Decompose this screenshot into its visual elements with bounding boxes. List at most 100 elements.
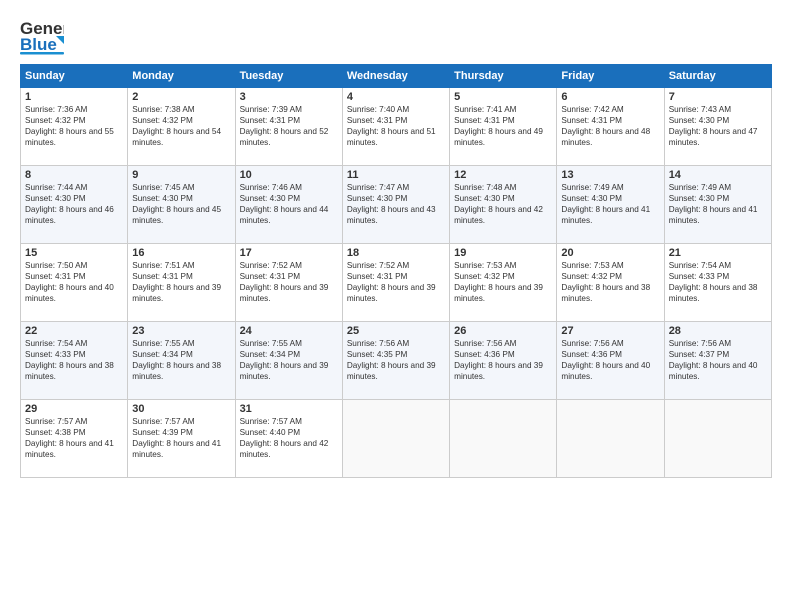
day-info: Sunrise: 7:38 AM Sunset: 4:32 PM Dayligh… bbox=[132, 104, 230, 148]
day-cell: 16 Sunrise: 7:51 AM Sunset: 4:31 PM Dayl… bbox=[128, 244, 235, 322]
day-cell: 24 Sunrise: 7:55 AM Sunset: 4:34 PM Dayl… bbox=[235, 322, 342, 400]
day-info: Sunrise: 7:41 AM Sunset: 4:31 PM Dayligh… bbox=[454, 104, 552, 148]
day-number: 3 bbox=[240, 91, 338, 103]
day-cell bbox=[557, 400, 664, 478]
day-cell: 4 Sunrise: 7:40 AM Sunset: 4:31 PM Dayli… bbox=[342, 88, 449, 166]
day-number: 29 bbox=[25, 403, 123, 415]
day-info: Sunrise: 7:39 AM Sunset: 4:31 PM Dayligh… bbox=[240, 104, 338, 148]
logo: General Blue bbox=[20, 16, 64, 56]
day-number: 17 bbox=[240, 247, 338, 259]
day-cell: 14 Sunrise: 7:49 AM Sunset: 4:30 PM Dayl… bbox=[664, 166, 771, 244]
day-cell: 22 Sunrise: 7:54 AM Sunset: 4:33 PM Dayl… bbox=[21, 322, 128, 400]
week-row-1: 1 Sunrise: 7:36 AM Sunset: 4:32 PM Dayli… bbox=[21, 88, 772, 166]
day-number: 22 bbox=[25, 325, 123, 337]
day-cell: 26 Sunrise: 7:56 AM Sunset: 4:36 PM Dayl… bbox=[450, 322, 557, 400]
day-cell: 1 Sunrise: 7:36 AM Sunset: 4:32 PM Dayli… bbox=[21, 88, 128, 166]
day-number: 18 bbox=[347, 247, 445, 259]
header: General Blue bbox=[20, 16, 772, 56]
day-info: Sunrise: 7:56 AM Sunset: 4:35 PM Dayligh… bbox=[347, 338, 445, 382]
day-info: Sunrise: 7:44 AM Sunset: 4:30 PM Dayligh… bbox=[25, 182, 123, 226]
day-number: 23 bbox=[132, 325, 230, 337]
day-number: 14 bbox=[669, 169, 767, 181]
day-info: Sunrise: 7:49 AM Sunset: 4:30 PM Dayligh… bbox=[561, 182, 659, 226]
day-cell: 15 Sunrise: 7:50 AM Sunset: 4:31 PM Dayl… bbox=[21, 244, 128, 322]
day-cell: 9 Sunrise: 7:45 AM Sunset: 4:30 PM Dayli… bbox=[128, 166, 235, 244]
day-cell: 21 Sunrise: 7:54 AM Sunset: 4:33 PM Dayl… bbox=[664, 244, 771, 322]
weekday-header-sunday: Sunday bbox=[21, 65, 128, 88]
day-info: Sunrise: 7:51 AM Sunset: 4:31 PM Dayligh… bbox=[132, 260, 230, 304]
day-number: 25 bbox=[347, 325, 445, 337]
day-cell: 20 Sunrise: 7:53 AM Sunset: 4:32 PM Dayl… bbox=[557, 244, 664, 322]
day-number: 26 bbox=[454, 325, 552, 337]
day-info: Sunrise: 7:43 AM Sunset: 4:30 PM Dayligh… bbox=[669, 104, 767, 148]
day-cell: 19 Sunrise: 7:53 AM Sunset: 4:32 PM Dayl… bbox=[450, 244, 557, 322]
logo-icon: General Blue bbox=[20, 16, 64, 56]
day-number: 9 bbox=[132, 169, 230, 181]
day-cell: 25 Sunrise: 7:56 AM Sunset: 4:35 PM Dayl… bbox=[342, 322, 449, 400]
day-number: 4 bbox=[347, 91, 445, 103]
day-info: Sunrise: 7:55 AM Sunset: 4:34 PM Dayligh… bbox=[240, 338, 338, 382]
day-number: 28 bbox=[669, 325, 767, 337]
day-info: Sunrise: 7:56 AM Sunset: 4:36 PM Dayligh… bbox=[454, 338, 552, 382]
day-number: 21 bbox=[669, 247, 767, 259]
weekday-header-wednesday: Wednesday bbox=[342, 65, 449, 88]
day-cell: 27 Sunrise: 7:56 AM Sunset: 4:36 PM Dayl… bbox=[557, 322, 664, 400]
weekday-header-friday: Friday bbox=[557, 65, 664, 88]
day-number: 12 bbox=[454, 169, 552, 181]
day-cell: 18 Sunrise: 7:52 AM Sunset: 4:31 PM Dayl… bbox=[342, 244, 449, 322]
day-number: 13 bbox=[561, 169, 659, 181]
weekday-header-saturday: Saturday bbox=[664, 65, 771, 88]
day-number: 5 bbox=[454, 91, 552, 103]
weekday-header-row: SundayMondayTuesdayWednesdayThursdayFrid… bbox=[21, 65, 772, 88]
day-number: 2 bbox=[132, 91, 230, 103]
day-info: Sunrise: 7:57 AM Sunset: 4:39 PM Dayligh… bbox=[132, 416, 230, 460]
day-info: Sunrise: 7:55 AM Sunset: 4:34 PM Dayligh… bbox=[132, 338, 230, 382]
day-info: Sunrise: 7:47 AM Sunset: 4:30 PM Dayligh… bbox=[347, 182, 445, 226]
week-row-5: 29 Sunrise: 7:57 AM Sunset: 4:38 PM Dayl… bbox=[21, 400, 772, 478]
day-info: Sunrise: 7:45 AM Sunset: 4:30 PM Dayligh… bbox=[132, 182, 230, 226]
day-number: 31 bbox=[240, 403, 338, 415]
weekday-header-monday: Monday bbox=[128, 65, 235, 88]
day-info: Sunrise: 7:42 AM Sunset: 4:31 PM Dayligh… bbox=[561, 104, 659, 148]
day-cell bbox=[450, 400, 557, 478]
day-cell: 3 Sunrise: 7:39 AM Sunset: 4:31 PM Dayli… bbox=[235, 88, 342, 166]
day-cell: 31 Sunrise: 7:57 AM Sunset: 4:40 PM Dayl… bbox=[235, 400, 342, 478]
day-cell: 2 Sunrise: 7:38 AM Sunset: 4:32 PM Dayli… bbox=[128, 88, 235, 166]
day-number: 20 bbox=[561, 247, 659, 259]
day-info: Sunrise: 7:36 AM Sunset: 4:32 PM Dayligh… bbox=[25, 104, 123, 148]
day-info: Sunrise: 7:56 AM Sunset: 4:37 PM Dayligh… bbox=[669, 338, 767, 382]
week-row-4: 22 Sunrise: 7:54 AM Sunset: 4:33 PM Dayl… bbox=[21, 322, 772, 400]
day-cell bbox=[664, 400, 771, 478]
day-cell: 5 Sunrise: 7:41 AM Sunset: 4:31 PM Dayli… bbox=[450, 88, 557, 166]
day-number: 15 bbox=[25, 247, 123, 259]
day-cell: 23 Sunrise: 7:55 AM Sunset: 4:34 PM Dayl… bbox=[128, 322, 235, 400]
day-number: 7 bbox=[669, 91, 767, 103]
week-row-3: 15 Sunrise: 7:50 AM Sunset: 4:31 PM Dayl… bbox=[21, 244, 772, 322]
day-cell: 17 Sunrise: 7:52 AM Sunset: 4:31 PM Dayl… bbox=[235, 244, 342, 322]
day-cell: 10 Sunrise: 7:46 AM Sunset: 4:30 PM Dayl… bbox=[235, 166, 342, 244]
day-cell: 11 Sunrise: 7:47 AM Sunset: 4:30 PM Dayl… bbox=[342, 166, 449, 244]
day-info: Sunrise: 7:52 AM Sunset: 4:31 PM Dayligh… bbox=[240, 260, 338, 304]
page: General Blue SundayMondayTuesdayWednesda… bbox=[0, 0, 792, 612]
day-number: 24 bbox=[240, 325, 338, 337]
svg-text:Blue: Blue bbox=[20, 35, 57, 54]
day-info: Sunrise: 7:57 AM Sunset: 4:38 PM Dayligh… bbox=[25, 416, 123, 460]
day-cell: 29 Sunrise: 7:57 AM Sunset: 4:38 PM Dayl… bbox=[21, 400, 128, 478]
calendar-table: SundayMondayTuesdayWednesdayThursdayFrid… bbox=[20, 64, 772, 478]
day-cell: 7 Sunrise: 7:43 AM Sunset: 4:30 PM Dayli… bbox=[664, 88, 771, 166]
day-info: Sunrise: 7:53 AM Sunset: 4:32 PM Dayligh… bbox=[561, 260, 659, 304]
day-info: Sunrise: 7:54 AM Sunset: 4:33 PM Dayligh… bbox=[669, 260, 767, 304]
day-number: 8 bbox=[25, 169, 123, 181]
week-row-2: 8 Sunrise: 7:44 AM Sunset: 4:30 PM Dayli… bbox=[21, 166, 772, 244]
day-info: Sunrise: 7:52 AM Sunset: 4:31 PM Dayligh… bbox=[347, 260, 445, 304]
day-cell bbox=[342, 400, 449, 478]
day-info: Sunrise: 7:48 AM Sunset: 4:30 PM Dayligh… bbox=[454, 182, 552, 226]
day-cell: 28 Sunrise: 7:56 AM Sunset: 4:37 PM Dayl… bbox=[664, 322, 771, 400]
day-info: Sunrise: 7:57 AM Sunset: 4:40 PM Dayligh… bbox=[240, 416, 338, 460]
day-info: Sunrise: 7:40 AM Sunset: 4:31 PM Dayligh… bbox=[347, 104, 445, 148]
day-number: 30 bbox=[132, 403, 230, 415]
day-number: 27 bbox=[561, 325, 659, 337]
day-number: 11 bbox=[347, 169, 445, 181]
day-number: 19 bbox=[454, 247, 552, 259]
weekday-header-tuesday: Tuesday bbox=[235, 65, 342, 88]
